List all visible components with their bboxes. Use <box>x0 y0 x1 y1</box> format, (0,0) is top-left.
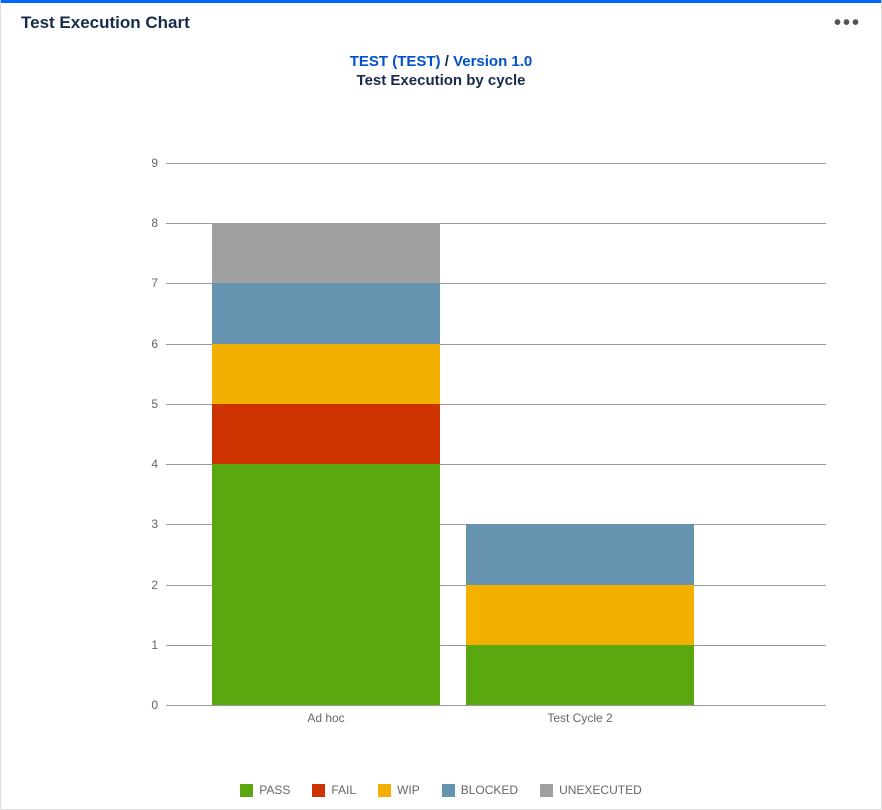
legend-item-pass[interactable]: PASS <box>240 783 290 797</box>
legend-swatch-icon <box>540 784 553 797</box>
legend-label: PASS <box>259 783 290 797</box>
bar-ad-hoc[interactable] <box>212 223 440 705</box>
bar-segment-blocked[interactable] <box>212 283 440 343</box>
bar-segment-pass[interactable] <box>212 464 440 705</box>
legend-label: WIP <box>397 783 420 797</box>
legend: PASS FAIL WIP BLOCKED UNEXECUTED <box>1 783 881 797</box>
bar-segment-fail[interactable] <box>212 404 440 464</box>
bar-segment-pass[interactable] <box>466 645 694 705</box>
y-tick-label: 4 <box>151 457 158 471</box>
card-title: Test Execution Chart <box>21 13 190 33</box>
breadcrumb-separator: / <box>445 53 449 70</box>
chart-subtitle: Test Execution by cycle <box>1 72 881 89</box>
legend-swatch-icon <box>378 784 391 797</box>
gadget-card: Test Execution Chart ••• TEST (TEST) / V… <box>0 0 882 810</box>
x-axis-label: Ad hoc <box>212 711 440 725</box>
y-axis: 0123456789 <box>136 163 166 705</box>
breadcrumb-version-link[interactable]: Version 1.0 <box>453 53 532 70</box>
y-tick-label: 3 <box>151 517 158 531</box>
y-tick-label: 6 <box>151 337 158 351</box>
legend-item-wip[interactable]: WIP <box>378 783 420 797</box>
grid-line <box>166 163 826 164</box>
y-tick-label: 0 <box>151 698 158 712</box>
grid-line <box>166 705 826 706</box>
legend-item-fail[interactable]: FAIL <box>312 783 356 797</box>
card-header: Test Execution Chart ••• <box>1 3 881 33</box>
bar-test-cycle-2[interactable] <box>466 524 694 705</box>
legend-swatch-icon <box>312 784 325 797</box>
legend-label: BLOCKED <box>461 783 518 797</box>
bar-segment-unexecuted[interactable] <box>212 223 440 283</box>
more-options-icon[interactable]: ••• <box>834 13 861 33</box>
legend-swatch-icon <box>442 784 455 797</box>
breadcrumb-project-link[interactable]: TEST (TEST) <box>350 53 441 70</box>
legend-swatch-icon <box>240 784 253 797</box>
legend-item-unexecuted[interactable]: UNEXECUTED <box>540 783 642 797</box>
bar-segment-wip[interactable] <box>466 585 694 645</box>
bar-segment-blocked[interactable] <box>466 524 694 584</box>
chart-header: TEST (TEST) / Version 1.0 Test Execution… <box>1 53 881 89</box>
chart-plot-area: 0123456789 Ad hoc Test Cycle 2 <box>166 163 826 705</box>
y-tick-label: 1 <box>151 638 158 652</box>
y-tick-label: 8 <box>151 216 158 230</box>
y-tick-label: 2 <box>151 578 158 592</box>
legend-label: FAIL <box>331 783 356 797</box>
legend-label: UNEXECUTED <box>559 783 642 797</box>
y-tick-label: 7 <box>151 276 158 290</box>
y-tick-label: 9 <box>151 156 158 170</box>
breadcrumb: TEST (TEST) / Version 1.0 <box>1 53 881 70</box>
bar-segment-wip[interactable] <box>212 344 440 404</box>
legend-item-blocked[interactable]: BLOCKED <box>442 783 518 797</box>
y-tick-label: 5 <box>151 397 158 411</box>
x-axis-label: Test Cycle 2 <box>466 711 694 725</box>
